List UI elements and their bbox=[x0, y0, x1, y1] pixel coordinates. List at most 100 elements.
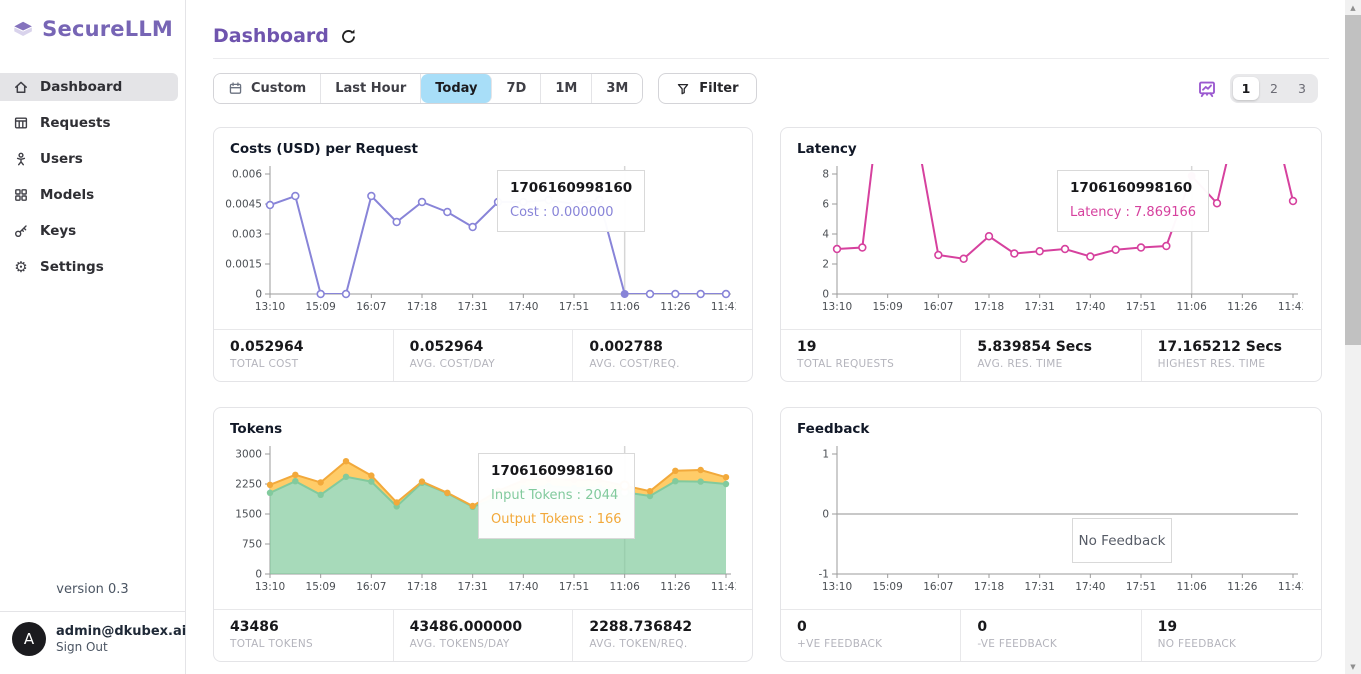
app-logo: SecureLLM bbox=[0, 0, 185, 49]
svg-text:0.003: 0.003 bbox=[232, 229, 262, 241]
card-costs: Costs (USD) per Request 00.00150.0030.00… bbox=[213, 127, 753, 382]
svg-text:0: 0 bbox=[822, 289, 829, 301]
header-divider bbox=[213, 58, 1329, 59]
svg-text:11:43: 11:43 bbox=[711, 301, 736, 313]
gear-icon: ⚙ bbox=[13, 259, 29, 275]
costs-tooltip: 1706160998160 Cost : 0.000000 bbox=[497, 170, 645, 232]
svg-text:11:26: 11:26 bbox=[660, 581, 691, 593]
feedback-chart[interactable]: -10113:1015:0916:0717:1817:3117:4017:511… bbox=[791, 442, 1303, 602]
grid-icon bbox=[13, 187, 29, 203]
svg-text:15:09: 15:09 bbox=[873, 581, 903, 593]
home-icon bbox=[13, 79, 29, 95]
stat-total-tokens: 43486TOTAL TOKENS bbox=[214, 610, 394, 661]
sidebar-item-settings[interactable]: ⚙ Settings bbox=[0, 253, 178, 281]
svg-text:13:10: 13:10 bbox=[255, 581, 285, 593]
svg-text:0.006: 0.006 bbox=[232, 169, 262, 181]
chart-title-tokens: Tokens bbox=[214, 408, 752, 437]
user-email: admin@dkubex.ai bbox=[56, 624, 186, 640]
tooltip-timestamp: 1706160998160 bbox=[491, 463, 622, 479]
page-button-3[interactable]: 3 bbox=[1289, 77, 1315, 100]
svg-text:17:18: 17:18 bbox=[407, 581, 437, 593]
scrollbar-thumb[interactable] bbox=[1345, 15, 1361, 345]
svg-text:0.0045: 0.0045 bbox=[225, 199, 262, 211]
chart-title-feedback: Feedback bbox=[781, 408, 1321, 437]
svg-text:17:40: 17:40 bbox=[1075, 301, 1105, 313]
tooltip-timestamp: 1706160998160 bbox=[510, 180, 632, 196]
filter-button[interactable]: Filter bbox=[658, 73, 756, 104]
svg-text:11:06: 11:06 bbox=[1177, 581, 1208, 593]
latency-chart[interactable]: 0246813:1015:0916:0717:1817:3117:4017:51… bbox=[791, 162, 1303, 322]
presentation-icon[interactable] bbox=[1197, 79, 1217, 99]
avatar[interactable]: A bbox=[12, 622, 46, 656]
svg-text:13:10: 13:10 bbox=[822, 301, 852, 313]
tooltip-row: Input Tokens : 2044 bbox=[491, 488, 622, 503]
svg-text:0.0015: 0.0015 bbox=[225, 259, 262, 271]
user-row: A admin@dkubex.ai Sign Out bbox=[0, 611, 185, 674]
sidebar-item-dashboard[interactable]: Dashboard bbox=[0, 73, 178, 101]
svg-text:11:26: 11:26 bbox=[1227, 301, 1258, 313]
chart-title-latency: Latency bbox=[781, 128, 1321, 157]
tooltip-row: Cost : 0.000000 bbox=[510, 205, 632, 220]
svg-text:17:51: 17:51 bbox=[1126, 581, 1156, 593]
svg-text:17:31: 17:31 bbox=[1025, 301, 1055, 313]
securellm-logo-icon bbox=[12, 17, 34, 41]
svg-text:2250: 2250 bbox=[235, 479, 262, 491]
svg-text:17:18: 17:18 bbox=[974, 301, 1004, 313]
refresh-icon[interactable] bbox=[340, 27, 358, 45]
time-filter-3m[interactable]: 3M bbox=[592, 74, 642, 103]
time-filter-7d[interactable]: 7D bbox=[492, 74, 541, 103]
svg-text:16:07: 16:07 bbox=[923, 581, 953, 593]
sign-out-link[interactable]: Sign Out bbox=[56, 640, 186, 654]
funnel-icon bbox=[676, 82, 690, 96]
tooltip-row: Latency : 7.869166 bbox=[1070, 205, 1196, 220]
sidebar-item-requests[interactable]: Requests bbox=[0, 109, 178, 137]
time-filter-group: Custom Last Hour Today 7D 1M 3M bbox=[213, 73, 643, 104]
stat-total-requests: 19TOTAL REQUESTS bbox=[781, 330, 961, 381]
svg-text:11:26: 11:26 bbox=[660, 301, 691, 313]
svg-text:17:51: 17:51 bbox=[559, 301, 589, 313]
svg-text:11:06: 11:06 bbox=[1177, 301, 1208, 313]
sidebar-nav: Dashboard Requests Users Models Keys bbox=[0, 73, 185, 281]
time-filter-1m[interactable]: 1M bbox=[541, 74, 592, 103]
scroll-down-arrow[interactable]: ▼ bbox=[1345, 659, 1361, 674]
svg-text:1500: 1500 bbox=[235, 509, 262, 521]
page-button-1[interactable]: 1 bbox=[1233, 77, 1259, 100]
svg-text:17:40: 17:40 bbox=[508, 581, 538, 593]
card-latency: Latency 0246813:1015:0916:0717:1817:3117… bbox=[780, 127, 1322, 382]
latency-tooltip: 1706160998160 Latency : 7.869166 bbox=[1057, 170, 1209, 232]
stat-total-cost: 0.052964TOTAL COST bbox=[214, 330, 394, 381]
stat-no-feedback: 19NO FEEDBACK bbox=[1142, 610, 1321, 661]
svg-text:17:40: 17:40 bbox=[508, 301, 538, 313]
stat-avg-cost-day: 0.052964AVG. COST/DAY bbox=[394, 330, 574, 381]
svg-text:11:43: 11:43 bbox=[1278, 301, 1303, 313]
time-filter-last-hour[interactable]: Last Hour bbox=[321, 74, 421, 103]
stats-row: 0+VE FEEDBACK 0-VE FEEDBACK 19NO FEEDBAC… bbox=[781, 609, 1321, 661]
svg-text:17:31: 17:31 bbox=[458, 301, 488, 313]
svg-text:16:07: 16:07 bbox=[356, 301, 386, 313]
stat-positive-feedback: 0+VE FEEDBACK bbox=[781, 610, 961, 661]
sidebar-footer: version 0.3 A admin@dkubex.ai Sign Out bbox=[0, 574, 185, 674]
svg-text:17:51: 17:51 bbox=[559, 581, 589, 593]
svg-text:15:09: 15:09 bbox=[306, 301, 336, 313]
svg-text:15:09: 15:09 bbox=[873, 301, 903, 313]
sidebar-item-users[interactable]: Users bbox=[0, 145, 178, 173]
svg-text:1: 1 bbox=[822, 449, 829, 461]
svg-text:15:09: 15:09 bbox=[306, 581, 336, 593]
svg-text:11:43: 11:43 bbox=[711, 581, 736, 593]
time-filter-custom[interactable]: Custom bbox=[214, 74, 321, 103]
svg-text:11:06: 11:06 bbox=[610, 301, 641, 313]
svg-text:6: 6 bbox=[822, 199, 829, 211]
stats-row: 0.052964TOTAL COST 0.052964AVG. COST/DAY… bbox=[214, 329, 752, 381]
svg-text:17:31: 17:31 bbox=[458, 581, 488, 593]
sidebar-item-label: Keys bbox=[40, 223, 76, 239]
scroll-up-arrow[interactable]: ▲ bbox=[1345, 0, 1361, 15]
svg-text:2: 2 bbox=[822, 259, 829, 271]
time-filter-today[interactable]: Today bbox=[421, 74, 492, 103]
main-content: Dashboard Custom Last Hour Today 7D 1M 3… bbox=[186, 0, 1345, 674]
sidebar-item-label: Settings bbox=[40, 259, 104, 275]
costs-chart[interactable]: 00.00150.0030.00450.00613:1015:0916:0717… bbox=[224, 162, 736, 322]
sidebar-item-models[interactable]: Models bbox=[0, 181, 178, 209]
page-button-2[interactable]: 2 bbox=[1261, 77, 1287, 100]
svg-text:16:07: 16:07 bbox=[923, 301, 953, 313]
sidebar-item-keys[interactable]: Keys bbox=[0, 217, 178, 245]
